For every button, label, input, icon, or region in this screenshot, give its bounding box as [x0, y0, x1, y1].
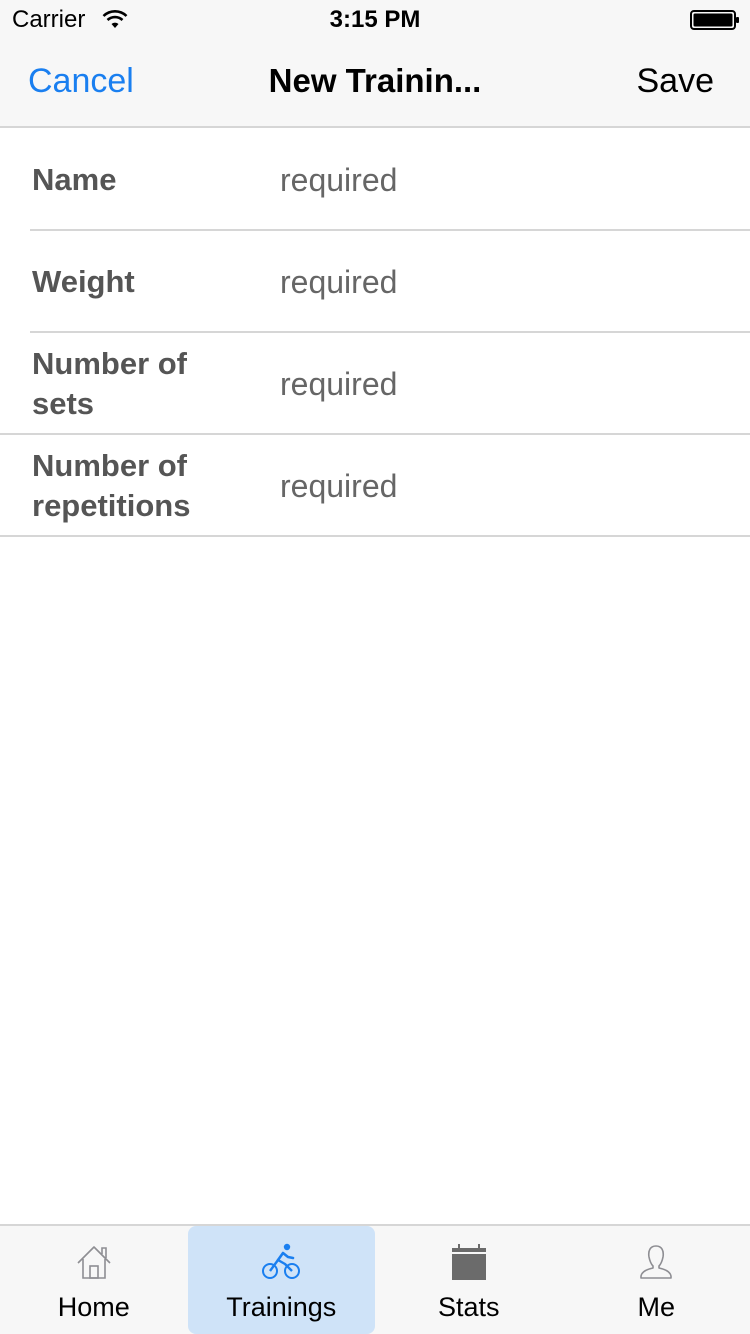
status-bar: Carrier 3:15 PM — [0, 0, 750, 40]
tab-label: Stats — [437, 1292, 500, 1322]
repetitions-field[interactable] — [280, 464, 720, 508]
tab-label: Me — [637, 1292, 675, 1322]
form-row-sets: Number of sets — [0, 333, 750, 435]
status-time: 3:15 PM — [329, 6, 421, 33]
name-label: Name — [32, 162, 117, 197]
tab-label: Trainings — [226, 1292, 337, 1322]
home-icon — [77, 1246, 111, 1279]
weight-label: Weight — [32, 264, 135, 299]
save-button[interactable]: Save — [637, 60, 715, 102]
sets-label: Number of sets — [32, 346, 187, 421]
sets-field[interactable] — [280, 362, 720, 406]
row-divider — [0, 535, 750, 537]
weight-field[interactable] — [280, 260, 720, 304]
name-field[interactable] — [280, 158, 720, 202]
repetitions-label: Number of repetitions — [32, 448, 191, 523]
tab-bar: Home Trainings Stats Me — [0, 1224, 750, 1334]
calendar-icon — [451, 1244, 486, 1280]
training-form: Name Weight Number of sets Number of rep… — [0, 129, 750, 537]
form-row-repetitions: Number of repetitions — [0, 435, 750, 537]
tab-home[interactable]: Home — [0, 1226, 188, 1334]
bicycle-icon — [262, 1243, 301, 1279]
tab-label: Home — [57, 1292, 130, 1322]
form-row-name: Name — [0, 129, 750, 231]
tab-stats[interactable]: Stats — [375, 1226, 563, 1334]
battery-icon — [690, 10, 739, 30]
navigation-bar: Cancel New Trainin... Save — [0, 40, 750, 128]
screen: Carrier 3:15 PM Cancel New Trainin... Sa… — [0, 0, 750, 1334]
tab-me[interactable]: Me — [563, 1226, 750, 1334]
tab-trainings[interactable]: Trainings — [187, 1226, 375, 1334]
form-row-weight: Weight — [0, 231, 750, 333]
person-icon — [640, 1245, 673, 1279]
